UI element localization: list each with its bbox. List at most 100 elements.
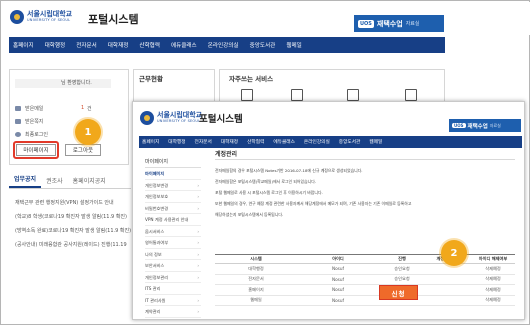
sidebar-item[interactable]: 개인정보관리 › xyxy=(145,272,201,283)
university-logo[interactable]: 서울시립대학교 UNIVERSITY OF SEOUL xyxy=(10,10,72,24)
sidebar-item-label: 보안서비스 xyxy=(145,263,165,268)
tab-homepage-notice[interactable]: 홈페이지공지 xyxy=(68,176,111,188)
cell-release: 삭제예정 xyxy=(485,297,501,303)
sidebar-item-label: 비밀번호변경 xyxy=(145,205,169,211)
uos-tag: UOS xyxy=(358,19,374,28)
cell-release: 삭제예정 xyxy=(485,286,501,292)
sidebar-item[interactable]: 개인정보변경 › xyxy=(145,180,201,191)
notice-item[interactable]: 재택근무 관련 행정지원(VPN) 설정가이드 안내 xyxy=(15,199,133,206)
nav-item-educlass[interactable]: 에듀클래스 xyxy=(171,41,197,49)
nav-item-edoc[interactable]: 전자문서 xyxy=(195,139,212,145)
table-header: 시스템 아이디 진행 계정등록일자 아이디 해제여부 xyxy=(215,254,515,264)
sidebar-item-label: 개인정보관리 xyxy=(145,274,169,280)
step-badge-2: 2 xyxy=(441,240,467,266)
sidebar-item[interactable]: 계약관리 › xyxy=(145,306,201,318)
cell-date xyxy=(425,275,471,285)
apply-button[interactable]: 신청 xyxy=(379,285,418,300)
nav-item-library[interactable]: 중앙도서관 xyxy=(250,41,276,49)
cell-system: 홈페이지 xyxy=(248,286,264,292)
nav-item-finance[interactable]: 대학재정 xyxy=(108,41,129,49)
logout-button[interactable]: 로그아웃 xyxy=(65,144,101,156)
nav-item-home[interactable]: 홈페이지 xyxy=(142,139,159,145)
logo-english: UNIVERSITY OF SEOUL xyxy=(27,18,71,23)
banner-title: 재택수업 xyxy=(376,19,403,28)
portal-header: 서울시립대학교 UNIVERSITY OF SEOUL 포털시스템 UOS 재택… xyxy=(2,2,530,35)
account-management-window: 서울시립대학교 UNIVERSITY OF SEOUL 포털시스템 UOS 재택… xyxy=(132,101,525,320)
banner-subtitle: 자료실 xyxy=(405,21,420,27)
welcome-text: 님 환영합니다. xyxy=(61,80,92,86)
nav-item-educlass[interactable]: 에듀클래스 xyxy=(273,139,295,145)
calendar-icon[interactable] xyxy=(291,89,303,101)
chevron-right-icon: › xyxy=(197,309,199,314)
sidebar-item[interactable]: 비밀번호변경 › xyxy=(145,203,201,214)
nav-item-industry[interactable]: 산학협력 xyxy=(247,139,264,145)
cell-id: Nosuf xyxy=(331,276,344,282)
cell-status: 승인요청 xyxy=(394,265,410,271)
sidebar-item[interactable]: 옵시서비스 › xyxy=(145,226,201,237)
stat-received-mail[interactable]: 받은메일 xyxy=(15,105,43,112)
sidebar-item[interactable]: IT 관리사원 › xyxy=(145,295,201,306)
mail-service-icon[interactable] xyxy=(347,89,359,101)
stat-last-login: 최종로그인 xyxy=(15,131,48,138)
note-icon xyxy=(15,119,21,124)
portal-title: 포털시스템 xyxy=(88,13,139,26)
nav-item-edoc[interactable]: 전자문서 xyxy=(76,41,97,49)
cell-id: Nosuf xyxy=(331,266,344,272)
sidebar-item-label: 옵시서비스 xyxy=(145,228,165,234)
nav-item-library[interactable]: 중앙도서관 xyxy=(339,139,361,145)
nav-item-webmail[interactable]: 웹메일 xyxy=(286,41,301,49)
notice-item[interactable]: (학교)8 학생(코로나19 확진자 발생 알림(11.9 확진) xyxy=(15,213,133,220)
tab-work-notice[interactable]: 업무공지 xyxy=(9,174,42,188)
nav-item-finance[interactable]: 대학재정 xyxy=(221,139,238,145)
notice-item[interactable]: (공사안내) 미래융합관 공사지원(레이드) 진행(11.19 xyxy=(15,241,133,248)
remote-class-banner[interactable]: UOS 재택수업 자료실 xyxy=(449,119,521,132)
location-icon xyxy=(15,132,21,137)
stat-received-notes[interactable]: 받은쪽지 xyxy=(15,118,43,125)
nav-item-admin[interactable]: 대학행정 xyxy=(45,41,66,49)
info-paragraph: 전자메일함의 경우 포털시스템 Notes기반 2016-07-18에 신규 계… xyxy=(215,168,363,173)
info-paragraph: 해당하셨는지 포털시스템에서 등록됩니다. xyxy=(215,212,284,217)
work-status-title: 근무현황 xyxy=(139,75,163,83)
column-header: 아이디 해제여부 xyxy=(478,256,508,261)
chart-icon[interactable] xyxy=(405,89,417,101)
university-logo[interactable]: 서울시립대학교 UNIVERSITY OF SEOUL xyxy=(140,111,202,125)
notice-item[interactable]: (방역소독 완료)코로나19 확진자 발생 알림(11.9 확진) xyxy=(15,227,133,234)
chevron-right-icon: › xyxy=(197,274,199,280)
remote-class-banner[interactable]: UOS 재택수업 자료실 xyxy=(354,15,444,32)
nav-item-home[interactable]: 홈페이지 xyxy=(13,41,34,49)
stat-label: 최종로그인 xyxy=(25,132,49,138)
logo-korean: 서울시립대학교 xyxy=(27,10,73,19)
nav-item-online-class[interactable]: 온라인강의실 xyxy=(208,41,239,49)
sidebar-item[interactable]: 개인정보보호 › xyxy=(145,191,201,203)
mail-icon xyxy=(15,106,21,111)
nav-item-webmail[interactable]: 웹메일 xyxy=(369,139,382,145)
logo-text: 서울시립대학교 UNIVERSITY OF SEOUL xyxy=(157,112,202,124)
info-paragraph: 또한 웹메일의 경우, 연구 예정 계정 관련한 사용자께서 해당계정에서 메모… xyxy=(215,201,412,206)
column-header: 아이디 xyxy=(332,256,344,261)
mypage-sidebar: 마이페이지 마이페이지 개인정보변경 › 개인정보보호 › 비밀번호변경 › VPN … xyxy=(145,156,201,318)
table-row: 전자문서 Nosuf 승인요청 삭제예정 xyxy=(215,275,515,285)
document-icon[interactable] xyxy=(241,89,253,101)
sidebar-heading: 마이페이지 xyxy=(145,156,201,168)
chevron-right-icon: › xyxy=(197,205,199,211)
sidebar-item-label: 계약관리 xyxy=(145,309,161,314)
sidebar-item-label: ITS 관리 xyxy=(145,286,161,291)
tab-survey[interactable]: 권조사 xyxy=(41,176,68,188)
sidebar-item[interactable]: ITS 관리 xyxy=(145,283,201,295)
logo-korean: 서울시립대학교 xyxy=(157,111,203,120)
nav-item-industry[interactable]: 산학협력 xyxy=(139,41,160,49)
cell-system: 대학행정 xyxy=(248,265,264,271)
notice-tabs: 업무공지 권조사 홈페이지공지 xyxy=(9,175,131,189)
sidebar-item[interactable]: 보안서비스 › xyxy=(145,260,201,272)
sidebar-item-label: 개인정보보호 xyxy=(145,194,169,199)
mypage-button[interactable]: 마이페이지 xyxy=(16,144,56,156)
cell-release: 삭제예정 xyxy=(485,265,501,271)
sidebar-item-label: IT 관리사원 xyxy=(145,297,166,303)
sidebar-item[interactable]: 나의 정보 › xyxy=(145,249,201,260)
nav-item-online-class[interactable]: 온라인강의실 xyxy=(304,139,330,145)
sidebar-item[interactable]: 영어통과여부 › xyxy=(145,237,201,249)
sidebar-item[interactable]: 마이페이지 xyxy=(145,168,201,180)
table-row: 웹메일 Nosuf 삭제예정 xyxy=(215,296,515,306)
nav-item-admin[interactable]: 대학행정 xyxy=(168,139,185,145)
sidebar-item[interactable]: VPN 계정 사용관리 안내 xyxy=(145,214,201,226)
